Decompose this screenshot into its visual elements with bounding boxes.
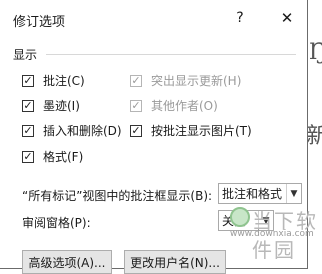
checkbox-formatting[interactable]: ✓ 格式(F)	[22, 148, 83, 165]
checkbox-comments-label: 批注(C)	[43, 74, 85, 88]
checkbox-ink[interactable]: ✓ 墨迹(I)	[22, 97, 80, 114]
watermark-logo-icon	[230, 207, 250, 227]
watermark-url: www.downxia.com	[230, 229, 314, 239]
balloons-select[interactable]: 批注和格式 ▼	[218, 183, 302, 204]
review-pane-label: 审阅窗格(P):	[22, 216, 91, 230]
dialog-titlebar: 修订选项 ? ✕	[0, 0, 307, 38]
checkbox-icon[interactable]: ✓	[130, 124, 142, 137]
help-button[interactable]: ?	[232, 10, 248, 26]
document-background-text: Ŋ	[309, 40, 322, 65]
close-button[interactable]: ✕	[278, 9, 296, 27]
checkbox-insertions-deletions[interactable]: ✓ 插入和删除(D)	[22, 122, 122, 139]
checkbox-icon[interactable]: ✓	[22, 99, 34, 112]
checkbox-icon: ✓	[130, 99, 142, 112]
checkbox-pictures-by-comments-label: 按批注显示图片(T)	[151, 124, 252, 138]
chevron-down-icon[interactable]: ▼	[286, 184, 301, 203]
checkbox-formatting-label: 格式(F)	[43, 150, 84, 164]
checkbox-pictures-by-comments[interactable]: ✓ 按批注显示图片(T)	[130, 122, 252, 139]
document-background-text: 新	[306, 124, 322, 149]
checkbox-ink-label: 墨迹(I)	[43, 99, 80, 113]
checkbox-highlight-updates-label: 突出显示更新(H)	[151, 74, 242, 88]
display-section-label: 显示	[13, 48, 38, 62]
checkbox-other-authors: ✓ 其他作者(O)	[130, 97, 218, 114]
checkbox-comments[interactable]: ✓ 批注(C)	[22, 72, 85, 89]
section-divider	[46, 54, 296, 55]
checkbox-icon: ✓	[130, 74, 142, 87]
checkbox-insertions-deletions-label: 插入和删除(D)	[43, 124, 122, 138]
balloons-label: “所有标记”视图中的批注框显示(B):	[22, 189, 213, 203]
balloons-select-value: 批注和格式	[222, 187, 283, 201]
checkbox-other-authors-label: 其他作者(O)	[151, 99, 218, 113]
checkbox-highlight-updates: ✓ 突出显示更新(H)	[130, 72, 241, 89]
checkbox-icon[interactable]: ✓	[22, 74, 34, 87]
checkbox-icon[interactable]: ✓	[22, 150, 34, 163]
dialog-title: 修订选项	[13, 15, 66, 30]
watermark: 当下软件园 www.downxia.com	[230, 205, 322, 262]
checkbox-icon[interactable]: ✓	[22, 124, 34, 137]
change-user-name-button[interactable]: 更改用户名(N)...	[124, 250, 226, 274]
advanced-options-button[interactable]: 高级选项(A)...	[22, 250, 112, 274]
